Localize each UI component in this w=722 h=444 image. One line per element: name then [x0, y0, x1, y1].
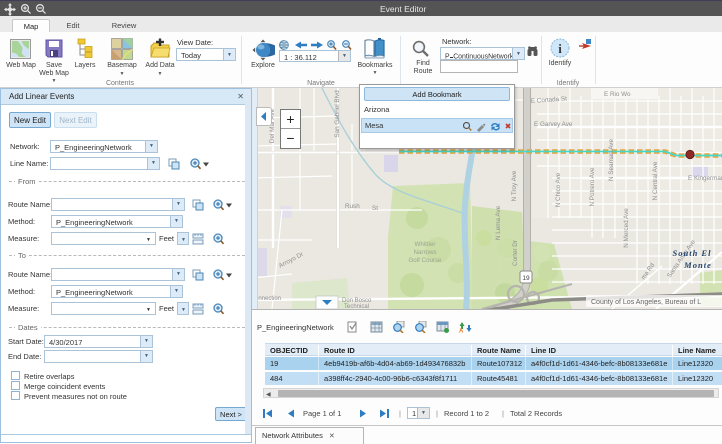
svg-text:St: St [372, 205, 378, 212]
svg-text:N Central Ave: N Central Ave [652, 161, 659, 200]
svg-text:N Seaman Ave: N Seaman Ave [608, 139, 615, 181]
svg-text:N Merced Ave: N Merced Ave [623, 208, 630, 248]
svg-text:Corter Dr: Corter Dr [512, 240, 519, 266]
svg-text:E Kingerman S: E Kingerman S [688, 175, 722, 182]
svg-text:Monte: Monte [683, 260, 712, 270]
svg-text:South El: South El [673, 248, 712, 258]
svg-text:E Rio Wo: E Rio Wo [604, 91, 631, 98]
svg-text:i: i [558, 41, 562, 56]
svg-text:Whittier: Whittier [415, 241, 436, 248]
svg-text:N Potrero Ave: N Potrero Ave [589, 167, 596, 207]
svg-text:Golf Course: Golf Course [408, 257, 442, 264]
svg-text:19: 19 [522, 275, 530, 282]
svg-text:N Lema Ave: N Lema Ave [495, 205, 502, 240]
svg-text:E Garvey Ave: E Garvey Ave [534, 121, 573, 128]
svg-text:N Troy Ave: N Troy Ave [511, 170, 518, 201]
svg-text:N Chico Ave: N Chico Ave [555, 172, 562, 207]
svg-text:Rush: Rush [345, 203, 360, 210]
svg-text:Narrows: Narrows [413, 249, 436, 256]
svg-text:County of Los Angeles, Bureau: County of Los Angeles, Bureau of L [591, 299, 701, 306]
svg-text:A: A [459, 329, 464, 334]
svg-text:San Gabriel Blvd: San Gabriel Blvd [334, 90, 341, 138]
